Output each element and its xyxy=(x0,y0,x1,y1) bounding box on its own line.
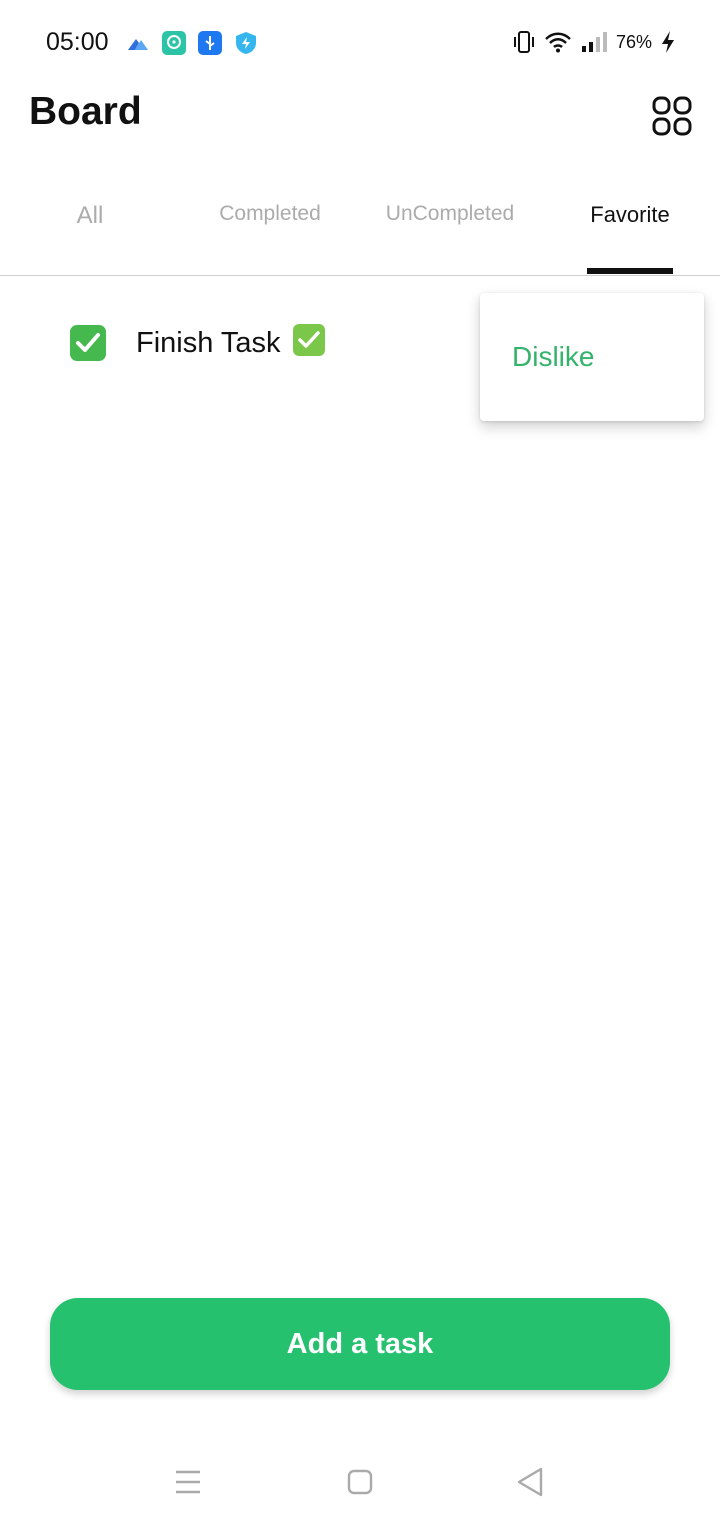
tab-all[interactable]: All xyxy=(0,180,180,275)
back-icon[interactable] xyxy=(510,1462,550,1502)
page-title: Board xyxy=(29,90,142,133)
signal-icon xyxy=(581,32,607,52)
kite-app-icon xyxy=(128,39,148,50)
task-title: Finish Task xyxy=(136,324,325,360)
system-navigation-bar xyxy=(0,1440,720,1520)
chat-app-icon xyxy=(162,31,186,55)
add-task-button[interactable]: Add a task xyxy=(50,1298,670,1390)
battery-level: 76% xyxy=(615,31,652,52)
recent-apps-icon[interactable] xyxy=(168,1462,208,1502)
status-system-icons: 76% xyxy=(512,30,676,54)
tab-bar: All Completed UnCompleted Favorite xyxy=(0,180,720,276)
tab-selected-indicator xyxy=(587,268,673,274)
wifi-icon xyxy=(545,32,571,53)
usb-icon xyxy=(198,31,222,55)
task-options-menu: Dislike xyxy=(480,293,704,421)
task-title-text: Finish Task xyxy=(136,327,281,359)
status-notification-icons xyxy=(126,31,258,55)
check-mark-emoji-icon xyxy=(292,324,325,356)
status-time: 05:00 xyxy=(46,28,109,56)
checkmark-icon xyxy=(76,333,100,352)
status-bar: 05:00 76% xyxy=(0,0,720,88)
home-icon[interactable] xyxy=(340,1462,380,1502)
tab-completed[interactable]: Completed xyxy=(180,180,360,275)
tab-uncompleted[interactable]: UnCompleted xyxy=(360,180,540,275)
grid-icon[interactable] xyxy=(651,95,693,137)
menu-item-dislike[interactable]: Dislike xyxy=(512,341,594,373)
charging-icon xyxy=(662,31,674,53)
shield-icon xyxy=(236,32,256,54)
tab-favorite[interactable]: Favorite xyxy=(540,180,720,275)
vibrate-icon xyxy=(513,31,534,53)
task-checkbox[interactable] xyxy=(70,325,106,361)
